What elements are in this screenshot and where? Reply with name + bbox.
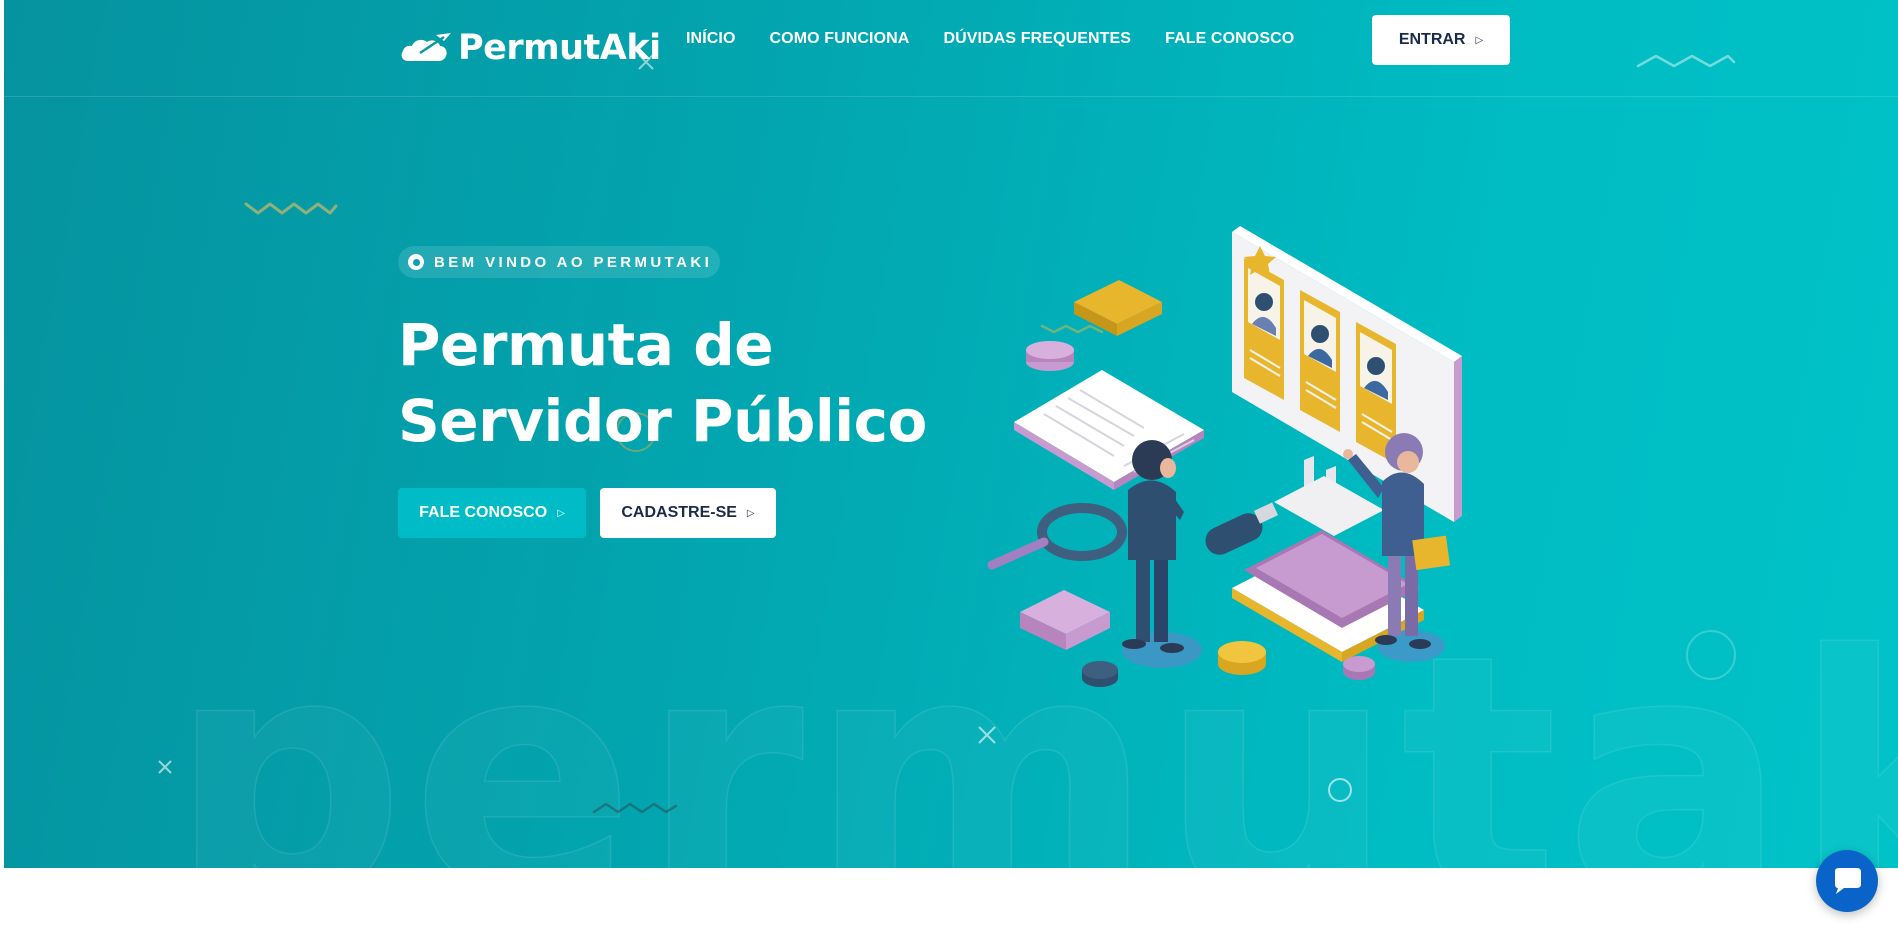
chat-widget-button[interactable]	[1816, 850, 1878, 912]
hero-title-line-1: Permuta de	[398, 311, 774, 379]
contact-button-label: FALE CONOSCO	[419, 504, 548, 521]
zigzag-decoration	[244, 202, 338, 215]
caret-right-icon: ▷	[746, 507, 755, 519]
ring-decoration	[1686, 630, 1736, 680]
hero-title: Permuta de Servidor Público	[398, 307, 927, 459]
radio-dot-icon	[408, 254, 424, 270]
contact-button[interactable]: FALE CONOSCO ▷	[398, 488, 586, 538]
nav-link-duvidas-frequentes[interactable]: DÚVIDAS FREQUENTES	[943, 30, 1131, 47]
brand-logo[interactable]: PermutAki	[400, 26, 661, 70]
hero-title-line-2: Servidor Público	[398, 387, 927, 455]
navbar: PermutAki INÍCIO COMO FUNCIONA DÚVIDAS F…	[4, 0, 1898, 97]
login-button[interactable]: ENTRAR ▷	[1372, 15, 1510, 65]
login-button-label: ENTRAR	[1398, 31, 1466, 48]
nav-link-fale-conosco[interactable]: FALE CONOSCO	[1165, 30, 1294, 47]
welcome-badge: BEM VINDO AO PERMUTAKI	[398, 246, 720, 278]
caret-right-icon: ▷	[557, 507, 565, 519]
main-nav: INÍCIO COMO FUNCIONA DÚVIDAS FREQUENTES …	[686, 30, 1294, 48]
signup-button-label: CADASTRE-SE	[621, 504, 737, 521]
caret-right-icon: ▷	[1475, 34, 1484, 46]
hero-section: permutaki PermutAki INÍCIO COMO FUNCIONA…	[4, 0, 1898, 868]
signup-button[interactable]: CADASTRE-SE ▷	[600, 488, 776, 538]
welcome-badge-text: BEM VINDO AO PERMUTAKI	[434, 253, 713, 271]
hero-illustration	[987, 226, 1462, 687]
cross-decoration	[158, 760, 172, 774]
nav-link-como-funciona[interactable]: COMO FUNCIONA	[770, 30, 910, 47]
cloud-plane-logo-icon	[401, 33, 451, 61]
next-section-edge	[4, 868, 1898, 932]
nav-link-inicio[interactable]: INÍCIO	[686, 30, 736, 47]
zigzag-decoration	[592, 802, 678, 814]
cross-decoration	[978, 726, 996, 744]
brand-name: PermutAki	[458, 28, 661, 68]
ring-decoration	[1328, 778, 1352, 802]
chat-bubble-icon	[1835, 868, 1861, 894]
